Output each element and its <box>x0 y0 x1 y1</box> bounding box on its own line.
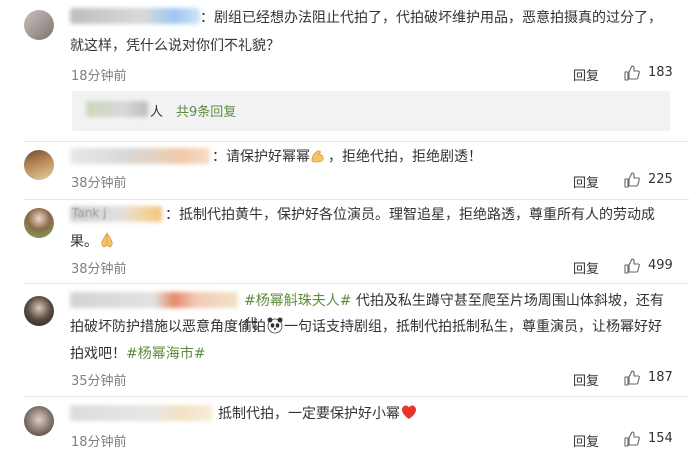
comment-text-line2: 拍破坏防护措施以恶意角度偷拍 一句话支持剧组，抵制代拍抵制私生，尊重演员，让杨幂好… <box>70 315 670 339</box>
username-blurred[interactable] <box>70 148 210 164</box>
thumbs-up-icon[interactable] <box>624 258 640 274</box>
thumbs-up-icon[interactable] <box>624 65 640 81</box>
hashtag-link[interactable]: #杨幂海市# <box>126 346 205 362</box>
subreply-suffix: 人 <box>150 105 164 120</box>
panda-icon <box>267 317 283 334</box>
avatar[interactable] <box>24 150 54 180</box>
username-partial[interactable]: Tank j <box>72 206 106 220</box>
reply-button[interactable]: 回复 <box>573 370 599 389</box>
reply-button[interactable]: 回复 <box>573 258 599 277</box>
username-blurred[interactable] <box>70 292 238 308</box>
like-count: 154 <box>648 431 673 446</box>
like-count: 183 <box>648 65 673 80</box>
divider <box>24 396 689 397</box>
avatar[interactable] <box>24 208 54 238</box>
divider <box>24 199 689 200</box>
timestamp: 18分钟前 <box>71 69 127 84</box>
flexed-biceps-icon <box>311 150 324 163</box>
thumbs-up-icon[interactable] <box>624 172 640 188</box>
divider <box>24 283 689 284</box>
thumbs-up-icon[interactable] <box>624 370 640 386</box>
like-count: 187 <box>648 370 673 385</box>
reply-button[interactable]: 回复 <box>573 431 599 450</box>
comment-text-line2: 果。 <box>70 230 670 254</box>
avatar[interactable] <box>24 406 54 436</box>
praying-hands-icon <box>101 232 113 248</box>
comment-text: ：请保护好幂幂 ，拒绝代拍，拒绝剧透！ <box>212 145 672 169</box>
more-replies-link[interactable]: 共9条回复 <box>176 101 236 120</box>
comment-text: ：剧组已经想办法阻止代拍了，代拍破坏维护用品，恶意拍摄真的过分了， <box>200 10 662 26</box>
divider <box>24 141 689 142</box>
hashtag-link[interactable]: #杨幂斛珠夫人# <box>244 293 351 309</box>
comment-text: ：抵制代拍黄牛，保护好各位演员。理智追星，拒绝路透，尊重所有人的劳动成 <box>165 207 655 223</box>
timestamp: 35分钟前 <box>71 374 127 389</box>
thumbs-up-icon[interactable] <box>624 431 640 447</box>
username-blurred[interactable] <box>70 405 212 421</box>
timestamp: 18分钟前 <box>71 435 127 450</box>
comment-text: 抵制代拍，一定要保护好小幂 <box>218 402 658 426</box>
like-count: 225 <box>648 172 673 187</box>
timestamp: 38分钟前 <box>71 262 127 277</box>
reply-button[interactable]: 回复 <box>573 65 599 84</box>
timestamp: 38分钟前 <box>71 176 127 191</box>
avatar[interactable] <box>24 296 54 326</box>
comment-text-line3: 拍戏吧！#杨幂海市# <box>70 346 206 362</box>
avatar[interactable] <box>24 10 54 40</box>
red-heart-icon <box>402 405 416 419</box>
username-blurred[interactable] <box>70 8 200 24</box>
like-count: 499 <box>648 258 673 273</box>
comment-text-line2: 就这样，凭什么说对你们不礼貌？ <box>70 38 280 54</box>
reply-button[interactable]: 回复 <box>573 172 599 191</box>
subreply-username-blurred[interactable] <box>86 101 148 117</box>
